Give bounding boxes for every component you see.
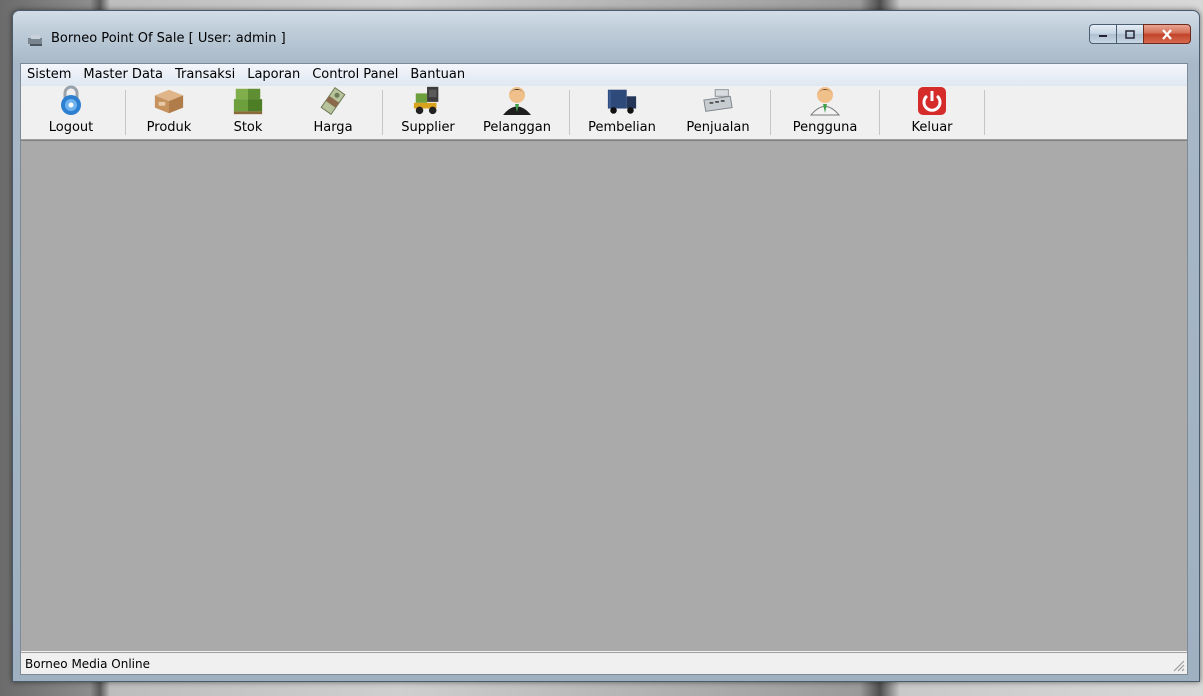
menu-sistem[interactable]: Sistem xyxy=(21,64,77,86)
cash-register-icon xyxy=(702,86,734,116)
caption-buttons xyxy=(1089,24,1191,44)
padlock-icon xyxy=(55,84,87,116)
toolbar-separator xyxy=(382,90,383,135)
status-bar: Borneo Media Online xyxy=(21,652,1187,674)
produk-button[interactable]: Produk xyxy=(130,86,208,139)
menu-control-panel[interactable]: Control Panel xyxy=(306,64,404,86)
truck-icon xyxy=(606,86,638,116)
pembelian-label: Pembelian xyxy=(588,120,656,135)
money-icon xyxy=(317,86,349,116)
produk-label: Produk xyxy=(146,120,192,135)
keluar-button[interactable]: Keluar xyxy=(884,86,980,139)
forklift-icon xyxy=(412,84,444,116)
maximize-icon xyxy=(1125,29,1135,39)
stok-label: Stok xyxy=(233,120,263,135)
mdi-workspace[interactable] xyxy=(21,140,1187,651)
toolbar-separator xyxy=(879,90,880,135)
close-button[interactable] xyxy=(1143,24,1191,44)
menu-master-data[interactable]: Master Data xyxy=(77,64,169,86)
main-window: Borneo Point Of Sale [ User: admin ] Sis… xyxy=(12,10,1200,682)
window-title: Borneo Point Of Sale [ User: admin ] xyxy=(51,31,286,46)
box-icon xyxy=(153,86,185,116)
user-icon xyxy=(809,84,841,116)
pelanggan-button[interactable]: Pelanggan xyxy=(469,86,565,139)
customer-icon xyxy=(501,84,533,116)
logout-button[interactable]: Logout xyxy=(21,84,121,139)
power-icon xyxy=(916,86,948,116)
pengguna-button[interactable]: Pengguna xyxy=(775,86,875,139)
menu-transaksi[interactable]: Transaksi xyxy=(169,64,241,86)
supplier-button[interactable]: Supplier xyxy=(387,86,469,139)
title-bar[interactable]: Borneo Point Of Sale [ User: admin ] xyxy=(13,11,1199,63)
close-icon xyxy=(1162,28,1172,40)
stock-boxes-icon xyxy=(232,86,264,116)
toolbar-separator xyxy=(770,90,771,135)
client-area: Sistem Master Data Transaksi Laporan Con… xyxy=(20,63,1188,675)
toolbar-separator xyxy=(984,90,985,135)
app-icon xyxy=(27,33,45,47)
pembelian-button[interactable]: Pembelian xyxy=(574,86,670,139)
pengguna-label: Pengguna xyxy=(792,120,858,135)
minimize-button[interactable] xyxy=(1089,24,1116,44)
toolbar-separator xyxy=(569,90,570,135)
harga-button[interactable]: Harga xyxy=(288,86,378,139)
harga-label: Harga xyxy=(313,120,353,135)
menu-bar: Sistem Master Data Transaksi Laporan Con… xyxy=(21,64,1187,87)
stok-button[interactable]: Stok xyxy=(208,86,288,139)
maximize-button[interactable] xyxy=(1116,24,1143,44)
minimize-icon xyxy=(1099,35,1107,37)
supplier-label: Supplier xyxy=(401,120,455,135)
menu-laporan[interactable]: Laporan xyxy=(241,64,306,86)
penjualan-label: Penjualan xyxy=(686,120,750,135)
toolbar-separator xyxy=(125,90,126,135)
menu-bantuan[interactable]: Bantuan xyxy=(404,64,471,86)
toolbar: Logout Produk Stok Harga Supplier Pelang… xyxy=(21,84,1187,140)
pelanggan-label: Pelanggan xyxy=(483,120,551,135)
logout-label: Logout xyxy=(48,120,94,135)
penjualan-button[interactable]: Penjualan xyxy=(670,86,766,139)
keluar-label: Keluar xyxy=(911,120,953,135)
status-text: Borneo Media Online xyxy=(25,657,151,671)
resize-grip-icon[interactable] xyxy=(1171,658,1185,672)
